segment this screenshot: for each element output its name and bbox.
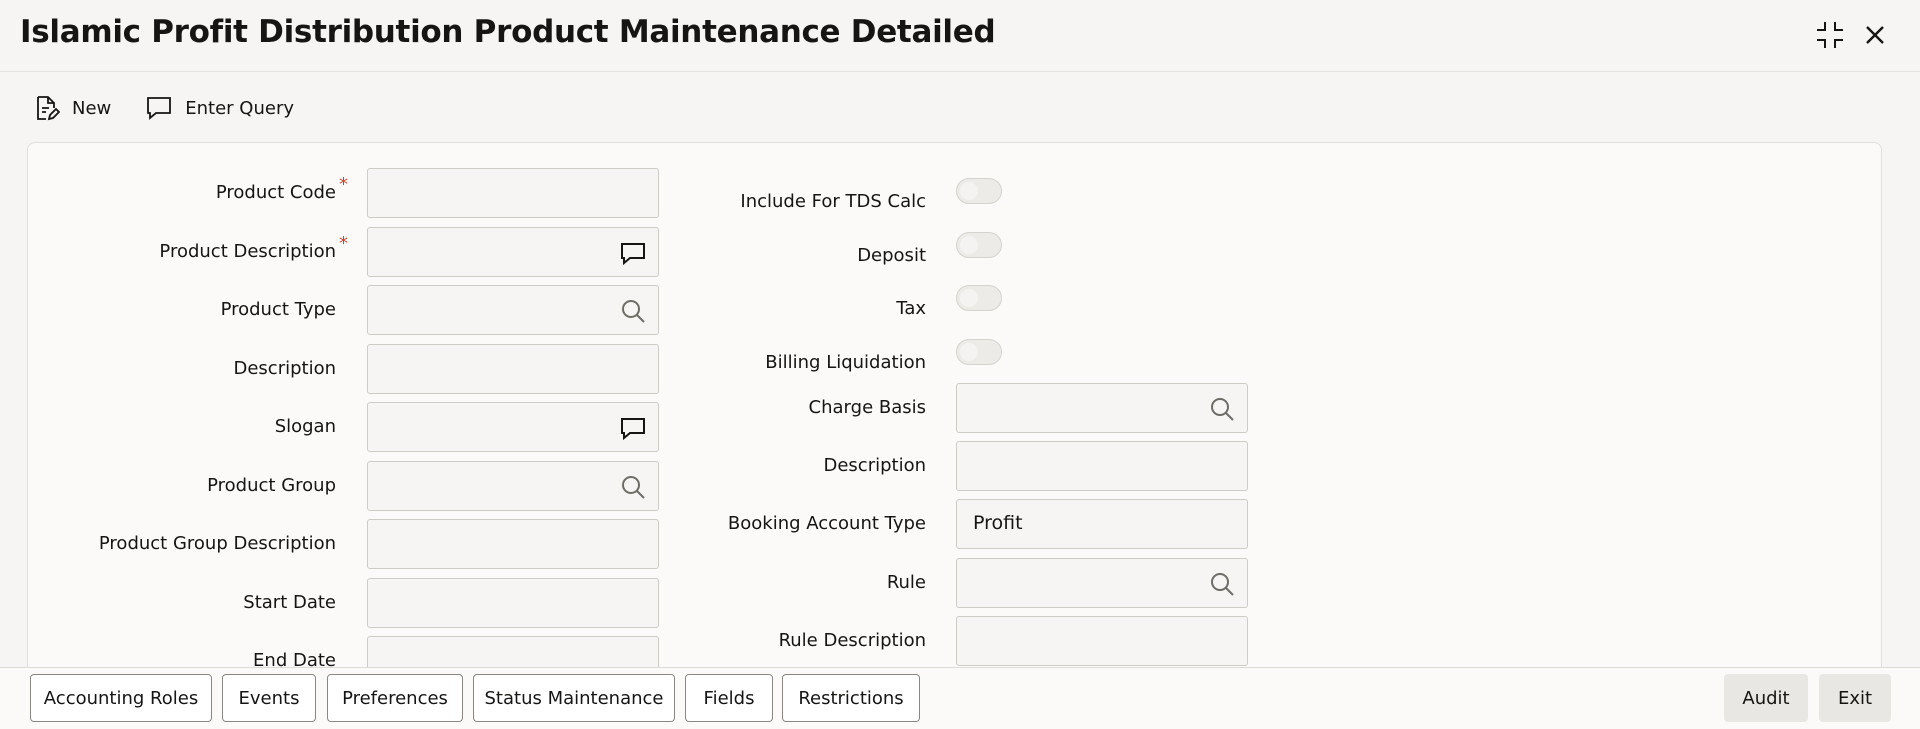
charge-basis-input[interactable]: [956, 383, 1248, 433]
preferences-button[interactable]: Preferences: [327, 674, 463, 722]
rule-description-input[interactable]: [956, 616, 1248, 666]
exit-button[interactable]: Exit: [1819, 674, 1891, 722]
comment-icon: [147, 97, 172, 120]
fields-button[interactable]: Fields: [685, 674, 773, 722]
field-label: Description: [823, 455, 926, 476]
include-for-tds-calc-toggle[interactable]: [956, 178, 1002, 204]
new-label: New: [72, 97, 112, 119]
form-panel: Product Code * Product Description * Product…: [27, 142, 1882, 702]
new-document-icon: [37, 96, 60, 121]
field-row-booking-account-type: Booking Account Type: [28, 499, 926, 551]
restrictions-button[interactable]: Restrictions: [782, 674, 920, 722]
toggle-label: Deposit: [857, 245, 926, 266]
toggle-label: Billing Liquidation: [765, 352, 926, 373]
field-label: Charge Basis: [808, 397, 926, 418]
toggle-row-include-for-tds-calc: Include For TDS Calc: [28, 177, 926, 229]
search-icon[interactable]: [1207, 394, 1237, 424]
audit-button[interactable]: Audit: [1724, 674, 1808, 722]
footer-bar: Accounting Roles Events Preferences Stat…: [0, 667, 1920, 729]
toggle-row-tax: Tax: [28, 284, 926, 336]
search-icon[interactable]: [1207, 569, 1237, 599]
field-row-rule-description: Rule Description: [28, 616, 926, 668]
tax-toggle[interactable]: [956, 285, 1002, 311]
field-row-description: Description: [28, 441, 926, 493]
description-input[interactable]: [956, 441, 1248, 491]
toggle-label: Tax: [896, 298, 926, 319]
field-label: Booking Account Type: [727, 513, 926, 534]
field-label: Rule Description: [778, 630, 926, 651]
events-button[interactable]: Events: [222, 674, 316, 722]
booking-account-type-input[interactable]: Profit: [956, 499, 1248, 549]
field-row-rule: Rule: [28, 558, 926, 610]
title-bar: Islamic Profit Distribution Product Main…: [0, 0, 1920, 72]
enter-query-button[interactable]: Enter Query: [145, 94, 294, 122]
toggle-row-deposit: Deposit: [28, 231, 926, 283]
toolbar: New Enter Query: [32, 90, 328, 126]
enter-query-label: Enter Query: [185, 97, 295, 119]
close-icon[interactable]: [1858, 18, 1892, 52]
toggle-label: Include For TDS Calc: [740, 191, 926, 212]
page-title: Islamic Profit Distribution Product Main…: [20, 14, 996, 50]
field-label: Rule: [886, 572, 926, 593]
accounting-roles-button[interactable]: Accounting Roles: [30, 674, 212, 722]
new-button[interactable]: New: [32, 94, 111, 122]
collapse-icon[interactable]: [1813, 18, 1847, 52]
status-maintenance-button[interactable]: Status Maintenance: [473, 674, 675, 722]
field-row-charge-basis: Charge Basis: [28, 383, 926, 435]
deposit-toggle[interactable]: [956, 232, 1002, 258]
billing-liquidation-toggle[interactable]: [956, 339, 1002, 365]
rule-input[interactable]: [956, 558, 1248, 608]
